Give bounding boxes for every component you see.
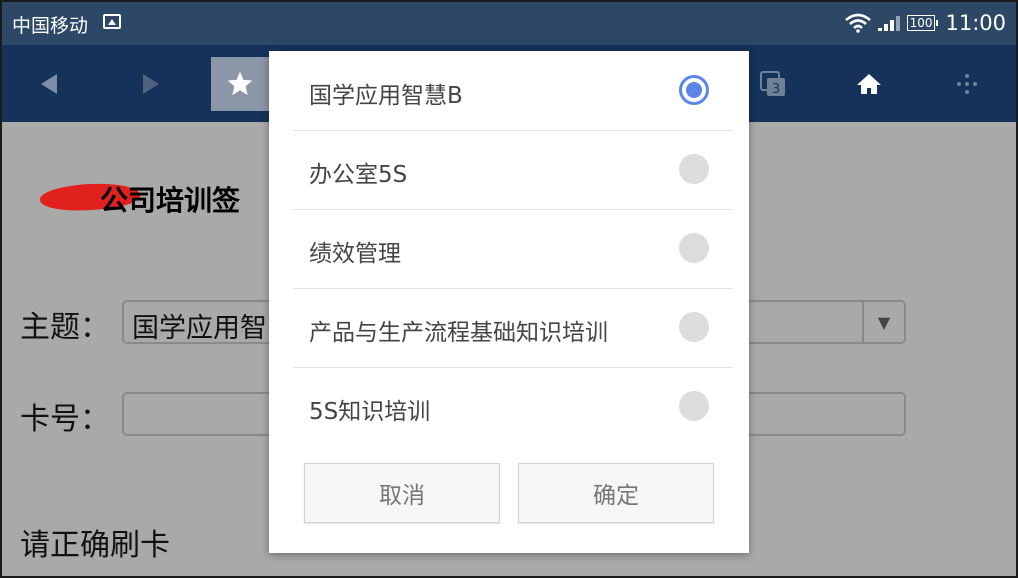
back-button[interactable] <box>20 57 78 111</box>
option-label: 国学应用智慧B <box>309 83 463 109</box>
swipe-card-hint: 请正确刷卡 <box>20 528 170 563</box>
radio-selected-icon[interactable] <box>679 75 709 105</box>
status-bar: 中国移动 100 11:00 <box>0 0 1018 45</box>
home-button[interactable] <box>840 57 898 111</box>
dropdown-arrow-icon[interactable]: ▼ <box>862 302 904 342</box>
screen: 中国移动 100 11:00 3 公司培训签 主题： 国学应用智 ▼ 卡号： 请… <box>0 0 1018 578</box>
tabs-button[interactable]: 3 <box>744 57 802 111</box>
forward-icon <box>143 74 159 94</box>
option-item[interactable]: 产品与生产流程基础知识培训 <box>293 288 733 368</box>
option-item[interactable]: 办公室5S <box>293 130 733 210</box>
carrier-name: 中国移动 <box>12 15 89 37</box>
radio-icon[interactable] <box>679 233 709 263</box>
radio-icon[interactable] <box>679 312 709 342</box>
tabs-icon: 3 <box>760 71 785 97</box>
menu-button[interactable] <box>938 57 996 111</box>
option-item[interactable]: 5S知识培训 <box>293 367 733 446</box>
clock: 11:00 <box>945 11 1006 35</box>
page-title-text: 公司培训签 <box>100 184 241 217</box>
confirm-button[interactable]: 确定 <box>518 463 714 523</box>
option-item[interactable]: 绩效管理 <box>293 209 733 289</box>
home-icon <box>857 74 881 94</box>
topic-picker-dialog: 国学应用智慧B 办公室5S 绩效管理 产品与生产流程基础知识培训 5S知识培训 … <box>269 51 749 553</box>
battery-icon: 100 <box>906 15 939 31</box>
option-label: 办公室5S <box>309 162 408 188</box>
option-label: 5S知识培训 <box>309 399 431 425</box>
back-icon <box>41 74 57 94</box>
cancel-button[interactable]: 取消 <box>304 463 500 523</box>
option-label: 产品与生产流程基础知识培训 <box>309 320 608 346</box>
card-label: 卡号： <box>20 402 110 437</box>
page-title: 公司公司培训签 <box>44 179 240 219</box>
topic-label: 主题： <box>20 310 110 345</box>
tabs-count: 3 <box>772 82 780 97</box>
forward-button[interactable] <box>122 57 180 111</box>
signal-icon <box>877 16 900 31</box>
menu-icon <box>957 74 977 94</box>
option-item[interactable]: 国学应用智慧B <box>293 51 733 131</box>
bookmark-button[interactable] <box>211 57 269 111</box>
radio-icon[interactable] <box>679 391 709 421</box>
option-label: 绩效管理 <box>309 241 401 267</box>
status-icons: 100 11:00 <box>844 9 1006 37</box>
topic-select-value: 国学应用智 <box>132 313 267 344</box>
radio-icon[interactable] <box>679 154 709 184</box>
wifi-icon <box>844 13 871 33</box>
image-notification-icon <box>103 14 121 29</box>
star-icon <box>227 71 253 96</box>
